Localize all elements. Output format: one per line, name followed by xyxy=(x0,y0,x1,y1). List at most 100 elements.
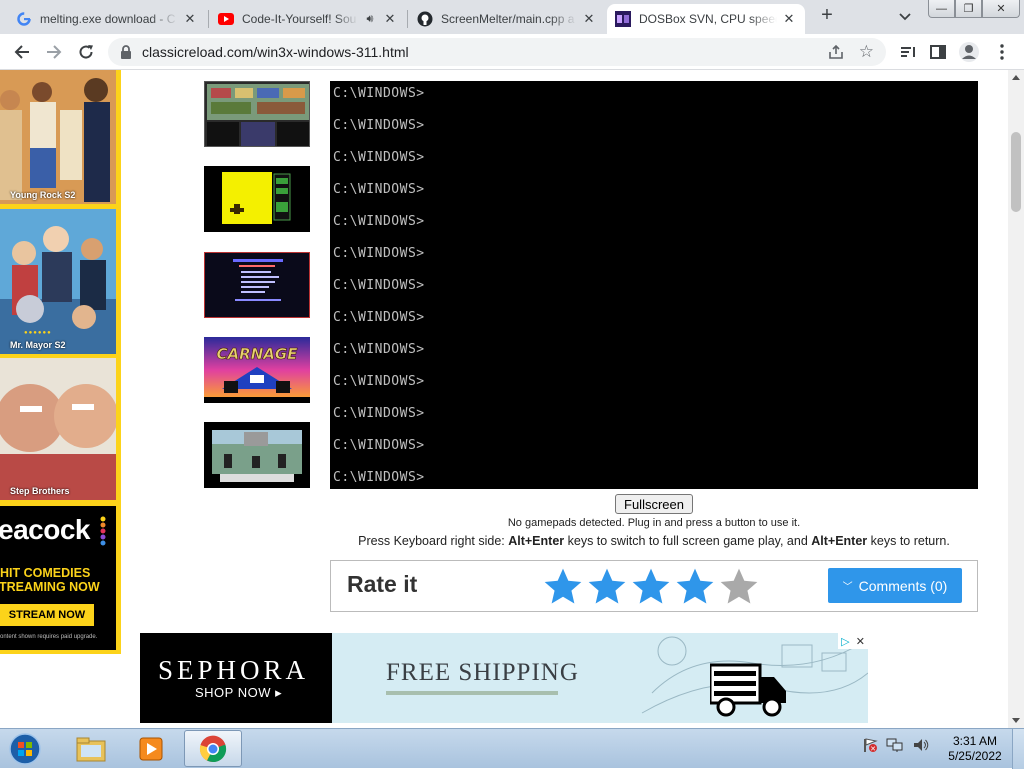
ad-caption: Mr. Mayor S2 xyxy=(10,340,66,350)
taskbar-clock[interactable]: 3:31 AM 5/25/2022 xyxy=(940,734,1010,764)
ad-panel-mr-mayor[interactable]: ●●●●●● Mr. Mayor S2 xyxy=(0,209,116,354)
ad-peacock-promo[interactable]: eacock HIT COMEDIES TREAMING NOW STREAM … xyxy=(0,506,116,650)
ad-fineprint: ontent shown requires paid upgrade. xyxy=(0,634,98,640)
tab-dosbox-active[interactable]: DOSBox SVN, CPU speed: ✕ xyxy=(607,4,805,34)
keyboard-note-post: keys to return. xyxy=(867,534,950,548)
headline-underline xyxy=(386,691,558,695)
star-filled-icon[interactable] xyxy=(673,565,717,609)
folder-icon xyxy=(76,737,106,761)
ad-caption: Step Brothers xyxy=(10,486,70,496)
dos-prompt-line: C:\WINDOWS> xyxy=(333,150,425,165)
thumbnail-image: CARNAGE xyxy=(204,337,310,403)
tab-divider xyxy=(407,10,408,28)
chevron-down-icon: ﹀ xyxy=(842,582,853,593)
dos-prompt-line: C:\WINDOWS> xyxy=(333,374,425,389)
close-tab-icon[interactable]: ✕ xyxy=(581,11,597,27)
forward-arrow-icon[interactable] xyxy=(42,40,66,64)
taskbar-explorer[interactable] xyxy=(62,730,120,767)
game-thumbnail[interactable] xyxy=(204,252,310,318)
scroll-up-arrow-icon[interactable] xyxy=(1012,75,1020,80)
page-scrollbar[interactable] xyxy=(1008,70,1024,728)
ad-panel-young-rock[interactable]: Young Rock S2 xyxy=(0,70,116,204)
reload-icon[interactable] xyxy=(74,40,98,64)
dos-prompt-line: C:\WINDOWS> xyxy=(333,118,425,133)
windows-taskbar: ✕ 3:31 AM 5/25/2022 xyxy=(0,728,1024,769)
show-desktop-button[interactable] xyxy=(1012,729,1024,769)
tab-screenmelter-main[interactable]: ScreenMelter/main.cpp a ✕ xyxy=(409,4,605,34)
game-thumbnail[interactable] xyxy=(204,166,310,232)
browser-toolbar: classicreload.com/win3x-windows-311.html… xyxy=(0,34,1024,70)
star-filled-icon[interactable] xyxy=(541,565,585,609)
shop-now-link[interactable]: SHOP NOW ▸ xyxy=(195,685,282,701)
dos-prompt-line: C:\WINDOWS> xyxy=(333,470,425,485)
windows-logo-icon xyxy=(9,733,41,765)
scrollbar-thumb[interactable] xyxy=(1011,132,1021,212)
dos-prompt-line: C:\WINDOWS> xyxy=(333,438,425,453)
taskbar-chrome[interactable] xyxy=(184,730,242,767)
ad-line-2: TREAMING NOW xyxy=(0,580,100,594)
star-rating[interactable] xyxy=(541,565,761,609)
sephora-brand-panel: SEPHORA SHOP NOW ▸ xyxy=(140,633,332,723)
scroll-down-arrow-icon[interactable] xyxy=(1012,718,1020,723)
tab-melting-download[interactable]: melting.exe download - C ✕ xyxy=(8,4,206,34)
new-tab-button[interactable]: + xyxy=(816,5,838,27)
taskbar-media-player[interactable] xyxy=(122,730,180,767)
reading-list-icon[interactable] xyxy=(896,40,920,64)
window-controls: — ❐ ✕ xyxy=(928,0,1020,18)
ad-poster-art xyxy=(0,70,116,204)
svg-text:CARNAGE: CARNAGE xyxy=(217,345,299,363)
stream-now-button[interactable]: STREAM NOW xyxy=(0,604,94,626)
game-thumbnail[interactable] xyxy=(204,422,310,488)
star-filled-icon[interactable] xyxy=(629,565,673,609)
ad-panel-step-brothers[interactable]: Step Brothers xyxy=(0,358,116,500)
clock-date: 5/25/2022 xyxy=(948,749,1002,763)
close-tab-icon[interactable]: ✕ xyxy=(382,11,398,27)
free-shipping-headline: FREE SHIPPING xyxy=(386,659,579,686)
chrome-icon xyxy=(199,735,227,762)
speaker-icon[interactable]: 🔊︎ xyxy=(362,13,378,26)
comments-button[interactable]: ﹀ Comments (0) xyxy=(828,568,962,603)
action-center-flag-icon[interactable]: ✕ xyxy=(862,737,878,758)
back-arrow-icon[interactable] xyxy=(10,40,34,64)
star-filled-icon[interactable] xyxy=(585,565,629,609)
dos-prompt-line: C:\WINDOWS> xyxy=(333,278,425,293)
network-icon[interactable] xyxy=(886,737,904,758)
sephora-logo: SEPHORA xyxy=(158,655,310,685)
dosbox-emulator-screen[interactable]: C:\WINDOWS> C:\WINDOWS> C:\WINDOWS> C:\WIND… xyxy=(330,81,978,489)
address-bar[interactable]: classicreload.com/win3x-windows-311.html… xyxy=(108,38,886,66)
peacock-side-ad[interactable]: Young Rock S2 ●●●●●● Mr. Mayor S2 Step B… xyxy=(0,70,121,654)
minimize-button[interactable]: — xyxy=(928,0,955,18)
adchoices-icon[interactable]: ▷ ✕ xyxy=(838,633,868,649)
profile-avatar-icon[interactable] xyxy=(957,40,981,64)
url-text: classicreload.com/win3x-windows-311.html xyxy=(142,44,409,60)
ad-line-1: HIT COMEDIES xyxy=(0,566,91,580)
game-thumbnail[interactable] xyxy=(204,81,310,147)
keyboard-shortcut: Alt+Enter xyxy=(508,534,565,548)
fullscreen-button[interactable]: Fullscreen xyxy=(615,494,693,514)
sephora-banner-ad[interactable]: SEPHORA SHOP NOW ▸ FREE SHIPPING ▷ ✕ xyxy=(140,633,868,723)
close-tab-icon[interactable]: ✕ xyxy=(182,11,198,27)
dos-prompt-line: C:\WINDOWS> xyxy=(333,214,425,229)
close-tab-icon[interactable]: ✕ xyxy=(781,11,797,27)
page-content: Young Rock S2 ●●●●●● Mr. Mayor S2 Step B… xyxy=(0,70,1008,728)
share-icon[interactable] xyxy=(828,44,844,65)
thumbnail-image xyxy=(204,422,310,488)
ad-poster-art xyxy=(0,358,116,500)
star-empty-icon[interactable] xyxy=(717,565,761,609)
tab-title: ScreenMelter/main.cpp a xyxy=(441,12,575,26)
ad-poster-art xyxy=(0,209,116,354)
tab-code-it-yourself[interactable]: Code-It-Yourself! Sou 🔊︎ ✕ xyxy=(210,4,406,34)
dos-prompt-line: C:\WINDOWS> xyxy=(333,342,425,357)
chevron-down-icon[interactable] xyxy=(896,8,914,26)
bookmark-star-icon[interactable]: ☆ xyxy=(859,43,874,60)
start-button[interactable] xyxy=(6,731,44,767)
tab-title: DOSBox SVN, CPU speed: xyxy=(639,12,777,26)
menu-kebab-icon[interactable] xyxy=(990,40,1014,64)
game-thumbnail[interactable]: CARNAGE xyxy=(204,337,310,403)
close-window-button[interactable]: ✕ xyxy=(982,0,1020,18)
thumbnail-image xyxy=(205,253,309,317)
maximize-button[interactable]: ❐ xyxy=(955,0,982,18)
volume-icon[interactable] xyxy=(912,737,930,758)
side-panel-icon[interactable] xyxy=(926,40,950,64)
lock-icon[interactable] xyxy=(120,45,132,64)
